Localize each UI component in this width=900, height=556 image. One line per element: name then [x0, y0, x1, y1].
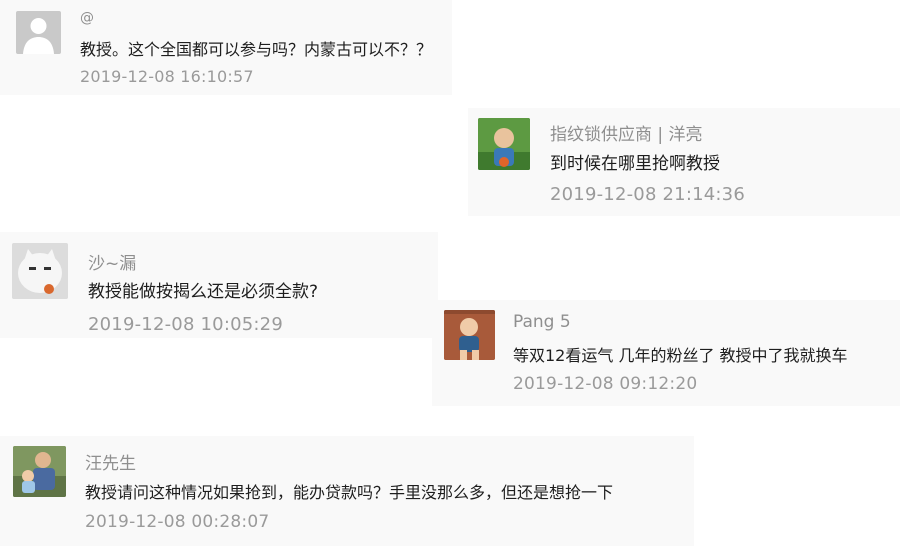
comment-text: 教授能做按揭么还是必须全款? — [88, 282, 319, 302]
comment-card: 汪先生 教授请问这种情况如果抢到，能办贷款吗？手里没那么多，但还是想抢一下 20… — [0, 436, 694, 546]
default-avatar-icon[interactable] — [16, 11, 61, 54]
comment-timestamp: 2019-12-08 16:10:57 — [80, 67, 254, 86]
comment-timestamp: 2019-12-08 00:28:07 — [85, 512, 270, 532]
comment-card: Pang 5 等双12看运气 几年的粉丝了 教授中了我就换车 2019-12-0… — [432, 300, 900, 406]
comment-card: @ 教授。这个全国都可以参与吗？内蒙古可以不？？ 2019-12-08 16:1… — [0, 0, 452, 95]
commenter-name[interactable]: 汪先生 — [85, 449, 136, 474]
man-child-photo-avatar[interactable] — [13, 446, 66, 497]
comment-card: 指纹锁供应商 | 洋亮 到时候在哪里抢啊教授 2019-12-08 21:14:… — [468, 108, 900, 216]
commenter-name[interactable]: Pang 5 — [513, 312, 571, 332]
comment-text: 等双12看运气 几年的粉丝了 教授中了我就换车 — [513, 346, 848, 365]
comment-timestamp: 2019-12-08 21:14:36 — [550, 184, 745, 205]
commenter-name[interactable]: 沙~漏 — [88, 249, 136, 274]
child-photo-avatar[interactable] — [444, 310, 495, 360]
comment-text: 到时候在哪里抢啊教授 — [550, 154, 720, 174]
comment-timestamp: 2019-12-08 10:05:29 — [88, 314, 283, 335]
child-photo-avatar[interactable] — [478, 118, 530, 170]
comment-card: 沙~漏 教授能做按揭么还是必须全款? 2019-12-08 10:05:29 — [0, 232, 438, 338]
commenter-name[interactable]: @ — [80, 10, 94, 26]
comment-timestamp: 2019-12-08 09:12:20 — [513, 374, 698, 394]
cartoon-cat-avatar[interactable] — [12, 243, 68, 299]
commenter-name[interactable]: 指纹锁供应商 | 洋亮 — [550, 120, 703, 145]
comment-text: 教授请问这种情况如果抢到，能办贷款吗？手里没那么多，但还是想抢一下 — [85, 483, 614, 502]
comment-text: 教授。这个全国都可以参与吗？内蒙古可以不？？ — [80, 40, 433, 59]
